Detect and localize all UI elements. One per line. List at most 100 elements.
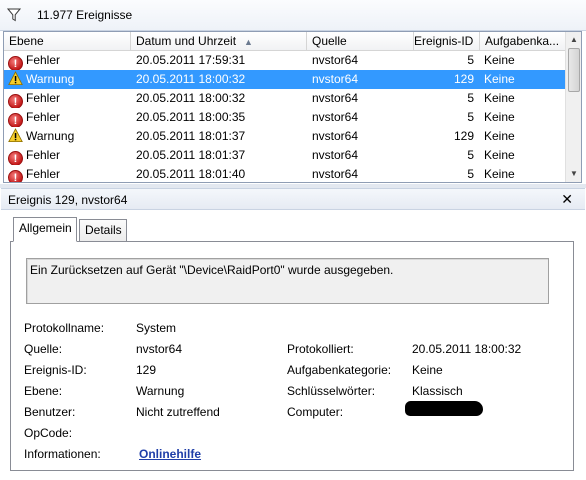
event-list[interactable]: Ebene Datum und Uhrzeit ▲ Quelle Ereignis…	[3, 31, 582, 183]
close-icon[interactable]: ✕	[561, 191, 573, 208]
table-row[interactable]: Warnung 20.05.2011 18:00:32 nvstor64 129 Kei…	[4, 70, 566, 89]
task-category-cell: Keine	[484, 53, 515, 67]
table-row[interactable]: ! Fehler 20.05.2011 17:59:31 nvstor64 5 Keine	[4, 51, 566, 70]
level-cell: Warnung	[8, 127, 128, 146]
user-value: Nicht zutreffend	[136, 405, 220, 419]
log-name-value: System	[136, 321, 177, 335]
logged-label: Protokolliert:	[287, 342, 354, 356]
task-category-cell: Keine	[484, 167, 515, 181]
column-header-event-id[interactable]: Ereignis-ID	[414, 32, 480, 51]
event-id-cell: 129	[453, 129, 474, 143]
event-message-box[interactable]: Ein Zurücksetzen auf Gerät "\Device\Raid…	[26, 258, 549, 304]
warning-icon	[8, 71, 23, 85]
task-category-cell: Keine	[484, 91, 515, 105]
source-cell: nvstor64	[312, 129, 359, 143]
level-text: Fehler	[26, 148, 61, 162]
scroll-down-icon[interactable]: ▼	[566, 166, 581, 182]
error-icon: !	[8, 170, 23, 182]
date-cell: 20.05.2011 18:01:37	[136, 148, 246, 162]
sort-ascending-icon: ▲	[244, 37, 253, 47]
level-text: Warnung	[26, 129, 75, 143]
column-header-row: Ebene Datum und Uhrzeit ▲ Quelle Ereignis…	[4, 32, 566, 51]
table-row[interactable]: ! Fehler 20.05.2011 18:01:40 nvstor64 5 Keine	[4, 165, 566, 182]
redacted-computer-name	[405, 401, 483, 416]
column-header-source[interactable]: Quelle	[307, 32, 414, 51]
error-icon: !	[8, 56, 23, 70]
task-category-cell: Keine	[484, 72, 515, 86]
table-row[interactable]: ! Fehler 20.05.2011 18:00:32 nvstor64 5 Keine	[4, 89, 566, 108]
level-cell: ! Fehler	[8, 165, 128, 182]
task-category-cell: Keine	[484, 129, 515, 143]
scroll-up-icon[interactable]: ▲	[566, 32, 581, 48]
level-text: Warnung	[26, 72, 75, 86]
event-id-cell: 5	[467, 91, 474, 105]
log-name-label: Protokollname:	[24, 321, 105, 335]
source-value: nvstor64	[136, 342, 183, 356]
task-category-cell: Keine	[484, 148, 515, 162]
date-cell: 20.05.2011 18:00:32	[136, 91, 246, 105]
date-cell: 20.05.2011 17:59:31	[136, 53, 246, 67]
level-label: Ebene:	[24, 384, 63, 398]
event-id-value: 129	[136, 363, 157, 377]
column-header-date[interactable]: Datum und Uhrzeit ▲	[131, 32, 307, 51]
keywords-value: Klassisch	[412, 384, 463, 398]
level-text: Fehler	[26, 110, 61, 124]
date-cell: 20.05.2011 18:01:37	[136, 129, 246, 143]
event-count: 11.977 Ereignisse	[37, 8, 133, 22]
tab-general[interactable]: Allgemein	[13, 217, 77, 242]
source-cell: nvstor64	[312, 110, 359, 124]
logged-value: 20.05.2011 18:00:32	[412, 342, 522, 356]
date-cell: 20.05.2011 18:00:35	[136, 110, 246, 124]
source-cell: nvstor64	[312, 148, 359, 162]
event-id-cell: 5	[467, 53, 474, 67]
filter-bar: 11.977 Ereignisse	[0, 0, 586, 31]
event-id-cell: 5	[467, 110, 474, 124]
event-detail-title: Ereignis 129, nvstor64	[8, 193, 128, 207]
warning-icon	[8, 128, 23, 142]
tab-details[interactable]: Details	[79, 219, 127, 241]
table-row[interactable]: ! Fehler 20.05.2011 18:00:35 nvstor64 5 Keine	[4, 108, 566, 127]
table-row[interactable]: Warnung 20.05.2011 18:01:37 nvstor64 129 Kei…	[4, 127, 566, 146]
opcode-label: OpCode:	[24, 426, 73, 440]
task-category-cell: Keine	[484, 110, 515, 124]
level-cell: ! Fehler	[8, 108, 128, 127]
error-icon: !	[8, 113, 23, 127]
column-header-level[interactable]: Ebene	[4, 32, 131, 51]
level-cell: ! Fehler	[8, 51, 128, 70]
event-detail-header: Ereignis 129, nvstor64 ✕	[1, 188, 585, 210]
vertical-scrollbar[interactable]: ▲ ▼	[565, 32, 581, 182]
task-category-label: Aufgabenkategorie:	[287, 363, 392, 377]
table-row[interactable]: ! Fehler 20.05.2011 18:01:37 nvstor64 5 Keine	[4, 146, 566, 165]
level-cell: ! Fehler	[8, 89, 128, 108]
error-icon: !	[8, 151, 23, 165]
date-cell: 20.05.2011 18:00:32	[136, 72, 246, 86]
source-cell: nvstor64	[312, 53, 359, 67]
user-label: Benutzer:	[24, 405, 76, 419]
source-cell: nvstor64	[312, 167, 359, 181]
event-id-cell: 5	[467, 167, 474, 181]
level-text: Fehler	[26, 91, 61, 105]
level-text: Fehler	[26, 53, 61, 67]
event-message: Ein Zurücksetzen auf Gerät "\Device\Raid…	[30, 263, 394, 277]
scroll-thumb[interactable]	[568, 48, 580, 92]
level-cell: ! Fehler	[8, 146, 128, 165]
keywords-label: Schlüsselwörter:	[287, 384, 376, 398]
online-help-link[interactable]: Onlinehilfe	[139, 447, 201, 461]
date-cell: 20.05.2011 18:01:40	[136, 167, 246, 181]
info-label: Informationen:	[24, 447, 101, 461]
source-cell: nvstor64	[312, 72, 359, 86]
level-value: Warnung	[136, 384, 185, 398]
general-tab-panel: Ein Zurücksetzen auf Gerät "\Device\Raid…	[10, 241, 574, 471]
level-cell: Warnung	[8, 70, 128, 89]
computer-label: Computer:	[287, 405, 344, 419]
error-icon: !	[8, 94, 23, 108]
event-id-cell: 5	[467, 148, 474, 162]
source-cell: nvstor64	[312, 91, 359, 105]
event-id-label: Ereignis-ID:	[24, 363, 87, 377]
event-id-cell: 129	[453, 72, 474, 86]
source-label: Quelle:	[24, 342, 63, 356]
level-text: Fehler	[26, 167, 61, 181]
funnel-icon[interactable]	[7, 8, 21, 22]
task-category-value: Keine	[412, 363, 443, 377]
column-header-task-category[interactable]: Aufgabenka...	[480, 32, 566, 51]
